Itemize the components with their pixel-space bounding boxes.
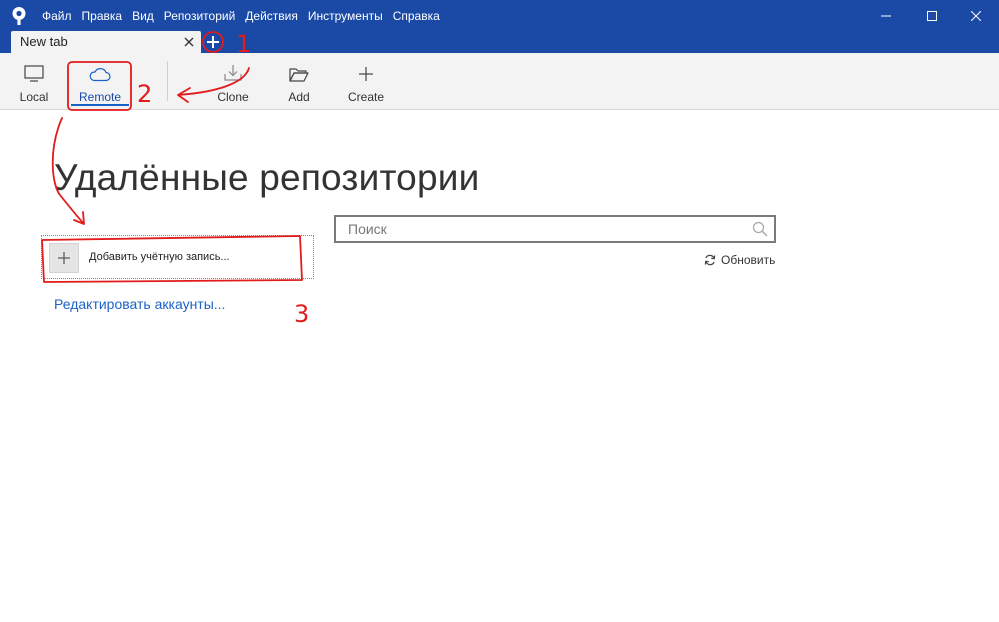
toolbar-create-label: Create <box>347 90 385 104</box>
maximize-button[interactable] <box>909 0 955 31</box>
page-title: Удалённые репозитории <box>54 157 480 198</box>
toolbar-clone-label: Clone <box>217 90 249 104</box>
menu-file[interactable]: Файл <box>42 9 72 23</box>
menu-actions[interactable]: Действия <box>245 9 298 23</box>
active-tab-indicator <box>71 104 129 106</box>
menu-edit[interactable]: Правка <box>82 9 123 23</box>
toolbar-add-label: Add <box>288 90 310 104</box>
minimize-icon <box>881 15 891 16</box>
maximize-icon <box>927 10 937 21</box>
refresh-button[interactable]: Обновить <box>704 253 775 267</box>
tab-close-icon[interactable] <box>183 36 195 48</box>
plus-icon <box>359 67 373 81</box>
toolbar-local-button[interactable]: Local <box>12 53 56 109</box>
search-input[interactable] <box>336 217 736 241</box>
new-tab-button[interactable] <box>203 33 223 51</box>
folder-icon <box>289 68 309 82</box>
edit-accounts-link[interactable]: Редактировать аккаунты... <box>54 296 225 312</box>
toolbar-divider <box>167 61 168 101</box>
add-account-panel[interactable]: Добавить учётную запись... <box>41 235 314 279</box>
toolbar-local-label: Local <box>19 90 49 104</box>
plus-icon <box>207 36 219 48</box>
close-icon <box>971 10 981 21</box>
tab-label: New tab <box>20 34 68 49</box>
toolbar: Local Remote Clone Add Create <box>0 53 999 110</box>
plus-icon <box>58 252 70 264</box>
tab-bar: New tab <box>0 31 999 53</box>
close-window-button[interactable] <box>953 0 999 31</box>
menu-tools[interactable]: Инструменты <box>308 9 383 23</box>
toolbar-remote-button[interactable]: Remote <box>71 53 129 109</box>
menu-repository[interactable]: Репозиторий <box>164 9 236 23</box>
monitor-icon <box>24 65 44 82</box>
add-account-label: Добавить учётную запись... <box>89 251 230 263</box>
minimize-button[interactable] <box>863 0 909 31</box>
sourcetree-logo-icon[interactable] <box>10 6 28 26</box>
refresh-label: Обновить <box>721 253 776 267</box>
toolbar-clone-button[interactable]: Clone <box>212 53 254 109</box>
cloud-icon <box>89 68 111 82</box>
refresh-icon <box>704 254 716 266</box>
menu-bar: Файл Правка Вид Репозиторий Действия Инс… <box>42 0 450 31</box>
search-icon <box>752 221 768 237</box>
download-icon <box>224 65 242 81</box>
menu-help[interactable]: Справка <box>393 9 440 23</box>
toolbar-create-button[interactable]: Create <box>344 53 388 109</box>
add-account-button[interactable] <box>49 243 79 273</box>
toolbar-remote-label: Remote <box>78 90 122 104</box>
search-box <box>334 215 776 243</box>
tab-new-tab[interactable]: New tab <box>11 31 201 53</box>
annotation-marker-3: 3 <box>294 300 309 328</box>
title-bar: Файл Правка Вид Репозиторий Действия Инс… <box>0 0 999 31</box>
menu-view[interactable]: Вид <box>132 9 154 23</box>
toolbar-add-button[interactable]: Add <box>280 53 318 109</box>
